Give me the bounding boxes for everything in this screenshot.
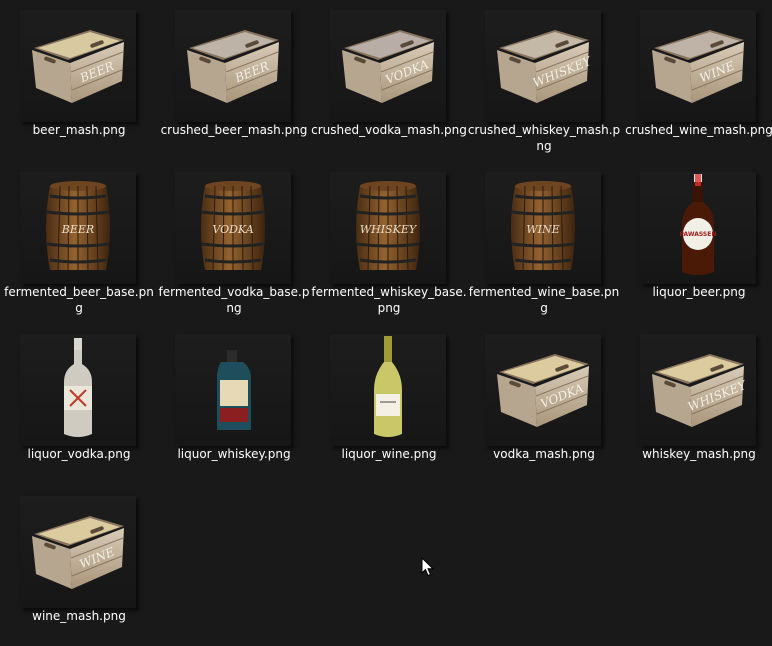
barrel-thumbnail-icon: WINE xyxy=(511,181,575,271)
file-thumbnail[interactable]: WHISKEY xyxy=(485,10,601,122)
file-name-label: liquor_vodka.png xyxy=(27,447,131,461)
file-name-label: wine_mash.png xyxy=(32,609,126,623)
file-name-label: fermented_beer_base.png xyxy=(4,285,154,315)
crate-thumbnail-icon: WHISKEY xyxy=(497,30,594,103)
crate-thumbnail-icon: VODKA xyxy=(497,354,589,427)
file-item[interactable]: liquor_vodka.png xyxy=(1,324,151,484)
file-item[interactable]: WINE wine_mash.png xyxy=(1,486,151,646)
file-thumbnail[interactable]: BEER xyxy=(20,10,136,122)
file-name-label: crushed_wine_mash.png xyxy=(625,123,772,137)
file-thumbnail[interactable]: WINE xyxy=(485,172,601,284)
file-thumbnail[interactable]: BEER xyxy=(20,172,136,284)
file-thumbnail[interactable]: WINE xyxy=(20,496,136,608)
file-name-label: liquor_beer.png xyxy=(652,285,746,299)
file-name-label: beer_mash.png xyxy=(32,123,126,137)
file-item[interactable]: PAWASSEN liquor_beer.png xyxy=(621,162,771,322)
wine-bottle-icon xyxy=(374,336,402,437)
barrel-thumbnail-icon: BEER xyxy=(46,181,110,271)
whiskey-bottle-icon xyxy=(217,350,251,430)
crate-thumbnail-icon: VODKA xyxy=(342,30,434,103)
file-item[interactable]: WHISKEY fermented_whiskey_base.png xyxy=(311,162,467,322)
file-thumbnail[interactable] xyxy=(330,334,446,446)
barrel-thumbnail-icon: WHISKEY xyxy=(356,181,420,271)
file-thumbnail[interactable]: WINE xyxy=(640,10,756,122)
file-thumbnail[interactable]: VODKA xyxy=(175,172,291,284)
file-item[interactable]: VODKA vodka_mash.png xyxy=(466,324,616,484)
file-name-label: crushed_whiskey_mash.png xyxy=(467,123,621,153)
svg-text:WINE: WINE xyxy=(526,223,559,236)
file-grid: BEER beer_mash.png BEER crushed_beer_mas… xyxy=(0,0,772,644)
svg-text:VODKA: VODKA xyxy=(212,223,253,236)
beer-bottle-icon: PAWASSEN xyxy=(680,174,717,275)
file-thumbnail[interactable] xyxy=(20,334,136,446)
file-thumbnail[interactable] xyxy=(175,334,291,446)
file-item[interactable]: WINE crushed_wine_mash.png xyxy=(621,0,772,160)
file-item[interactable]: liquor_whiskey.png xyxy=(156,324,306,484)
crate-thumbnail-icon: WHISKEY xyxy=(652,354,749,427)
file-name-label: whiskey_mash.png xyxy=(642,447,756,461)
file-item[interactable]: WINE fermented_wine_base.png xyxy=(466,162,619,322)
file-thumbnail[interactable]: VODKA xyxy=(485,334,601,446)
crate-thumbnail-icon: BEER xyxy=(32,30,124,103)
file-name-label: fermented_wine_base.png xyxy=(468,285,620,315)
file-name-label: fermented_whiskey_base.png xyxy=(311,285,467,315)
file-item[interactable]: WHISKEY crushed_whiskey_mash.png xyxy=(466,0,620,160)
file-item[interactable]: VODKA crushed_vodka_mash.png xyxy=(311,0,467,160)
file-thumbnail[interactable]: BEER xyxy=(175,10,291,122)
svg-text:BEER: BEER xyxy=(61,223,94,236)
file-item[interactable]: BEER crushed_beer_mash.png xyxy=(156,0,307,160)
vodka-bottle-icon xyxy=(64,338,92,437)
crate-thumbnail-icon: BEER xyxy=(187,30,279,103)
barrel-thumbnail-icon: VODKA xyxy=(201,181,265,271)
file-name-label: liquor_whiskey.png xyxy=(177,447,291,461)
file-thumbnail[interactable]: WHISKEY xyxy=(330,172,446,284)
file-thumbnail[interactable]: VODKA xyxy=(330,10,446,122)
file-item[interactable]: BEER fermented_beer_base.png xyxy=(1,162,154,322)
file-item[interactable]: liquor_wine.png xyxy=(311,324,461,484)
file-item[interactable]: WHISKEY whiskey_mash.png xyxy=(621,324,771,484)
svg-text:PAWASSEN: PAWASSEN xyxy=(680,231,717,238)
file-thumbnail[interactable]: PAWASSEN xyxy=(640,172,756,284)
file-name-label: crushed_beer_mash.png xyxy=(160,123,308,137)
mouse-cursor-icon xyxy=(421,557,435,577)
file-thumbnail[interactable]: WHISKEY xyxy=(640,334,756,446)
crate-thumbnail-icon: WINE xyxy=(652,30,744,103)
file-item[interactable]: VODKA fermented_vodka_base.png xyxy=(156,162,309,322)
file-name-label: vodka_mash.png xyxy=(493,447,595,461)
crate-thumbnail-icon: WINE xyxy=(32,516,124,589)
file-item[interactable]: BEER beer_mash.png xyxy=(1,0,151,160)
file-name-label: crushed_vodka_mash.png xyxy=(311,123,467,137)
file-name-label: fermented_vodka_base.png xyxy=(158,285,310,315)
svg-text:WHISKEY: WHISKEY xyxy=(360,223,418,236)
file-name-label: liquor_wine.png xyxy=(341,447,437,461)
